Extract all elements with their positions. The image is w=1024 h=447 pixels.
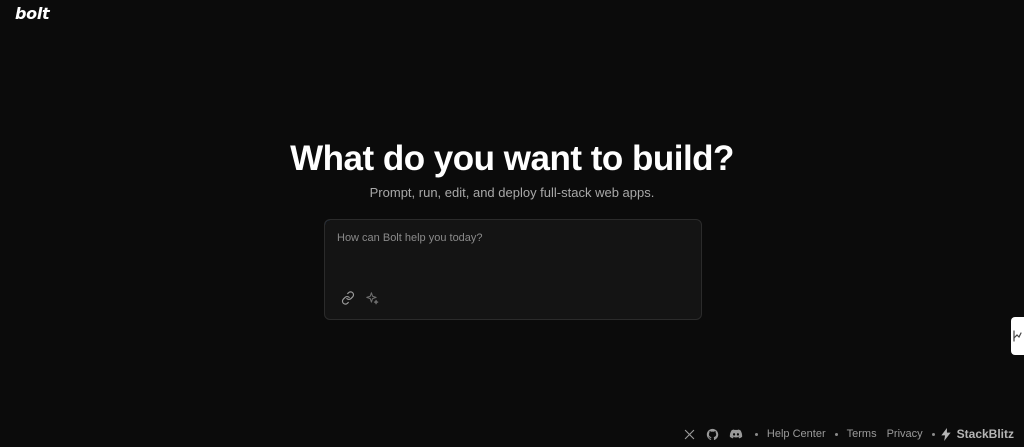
chart-icon bbox=[1013, 330, 1022, 342]
help-center-link[interactable]: Help Center bbox=[767, 428, 826, 440]
prompt-box bbox=[324, 219, 702, 320]
footer-separator bbox=[931, 432, 935, 436]
x-icon[interactable] bbox=[683, 427, 697, 441]
footer-separator bbox=[754, 432, 758, 436]
bolt-logo[interactable]: bolt bbox=[15, 4, 50, 23]
discord-icon[interactable] bbox=[729, 427, 743, 441]
footer: Help Center Terms Privacy StackBlitz bbox=[683, 426, 1014, 442]
page-title: What do you want to build? bbox=[290, 139, 734, 178]
stackblitz-link[interactable]: StackBlitz bbox=[940, 427, 1014, 441]
side-panel-tab[interactable] bbox=[1011, 317, 1024, 355]
sparkles-icon[interactable] bbox=[364, 290, 380, 306]
stackblitz-label: StackBlitz bbox=[956, 427, 1014, 441]
privacy-link[interactable]: Privacy bbox=[887, 428, 923, 440]
github-icon[interactable] bbox=[706, 427, 720, 441]
lightning-bolt-icon bbox=[940, 427, 951, 441]
hero-section: What do you want to build? Prompt, run, … bbox=[0, 138, 1024, 202]
prompt-input[interactable] bbox=[337, 232, 687, 282]
link-icon[interactable] bbox=[340, 290, 356, 306]
footer-separator bbox=[834, 432, 838, 436]
page-subtitle: Prompt, run, edit, and deploy full-stack… bbox=[369, 185, 655, 200]
terms-link[interactable]: Terms bbox=[847, 428, 877, 440]
